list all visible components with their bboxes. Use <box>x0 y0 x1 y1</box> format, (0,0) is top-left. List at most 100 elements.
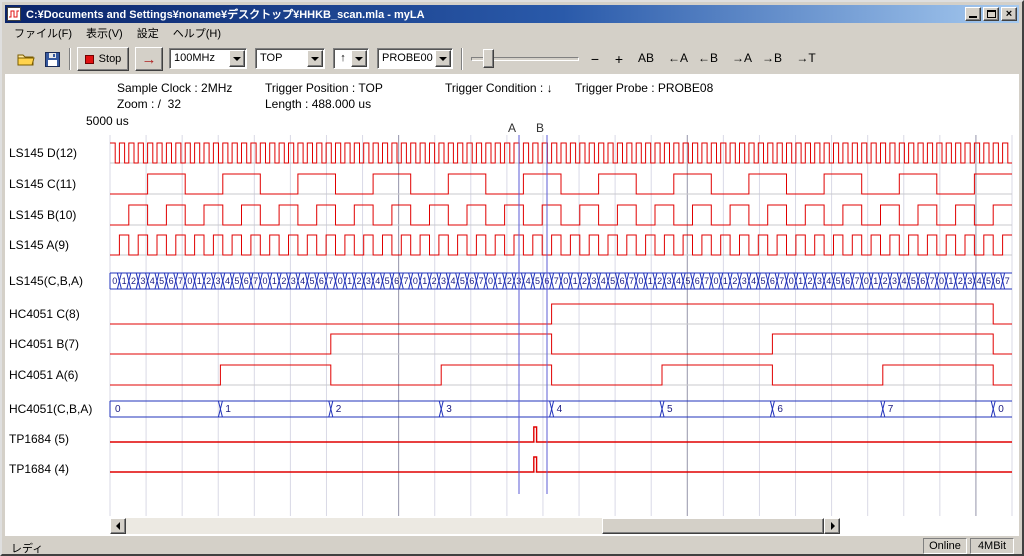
status-memory-badge: 4MBit <box>970 538 1014 554</box>
svg-text:1: 1 <box>347 276 352 286</box>
svg-text:0: 0 <box>187 276 192 286</box>
svg-text:5: 5 <box>761 276 766 286</box>
svg-text:1: 1 <box>648 276 653 286</box>
svg-text:3: 3 <box>216 276 221 286</box>
status-ready-text: レディ <box>11 540 43 556</box>
svg-text:4: 4 <box>300 276 305 286</box>
svg-text:5: 5 <box>685 276 690 286</box>
svg-text:0: 0 <box>488 276 493 286</box>
svg-text:4: 4 <box>826 276 831 286</box>
svg-text:7: 7 <box>629 276 634 286</box>
svg-text:2: 2 <box>958 276 963 286</box>
svg-text:0: 0 <box>563 276 568 286</box>
svg-text:3: 3 <box>742 276 747 286</box>
svg-text:6: 6 <box>845 276 850 286</box>
svg-text:6: 6 <box>319 276 324 286</box>
svg-text:3: 3 <box>667 276 672 286</box>
svg-text:0: 0 <box>998 404 1004 415</box>
svg-text:B: B <box>536 121 544 135</box>
svg-text:2: 2 <box>336 404 342 415</box>
svg-text:2: 2 <box>657 276 662 286</box>
statusbar: レディ Online 4MBit <box>5 535 1019 555</box>
svg-text:2: 2 <box>582 276 587 286</box>
svg-text:2: 2 <box>206 276 211 286</box>
svg-text:1: 1 <box>422 276 427 286</box>
svg-text:0: 0 <box>263 276 268 286</box>
scroll-right-button[interactable] <box>824 518 840 534</box>
horizontal-scrollbar[interactable] <box>110 518 840 534</box>
svg-text:A: A <box>508 121 516 135</box>
svg-text:2: 2 <box>281 276 286 286</box>
svg-text:6: 6 <box>244 276 249 286</box>
scroll-left-button[interactable] <box>110 518 126 534</box>
svg-text:0: 0 <box>338 276 343 286</box>
svg-text:5: 5 <box>535 276 540 286</box>
svg-text:2: 2 <box>131 276 136 286</box>
svg-text:3: 3 <box>441 276 446 286</box>
svg-text:5: 5 <box>310 276 315 286</box>
svg-text:0: 0 <box>714 276 719 286</box>
svg-text:2: 2 <box>507 276 512 286</box>
app-window: C:¥Documents and Settings¥noname¥デスクトップ¥… <box>0 0 1024 556</box>
svg-text:0: 0 <box>864 276 869 286</box>
svg-text:3: 3 <box>366 276 371 286</box>
svg-text:2: 2 <box>732 276 737 286</box>
svg-text:4: 4 <box>225 276 230 286</box>
svg-text:4: 4 <box>450 276 455 286</box>
svg-text:5: 5 <box>385 276 390 286</box>
svg-text:3: 3 <box>140 276 145 286</box>
svg-text:1: 1 <box>798 276 803 286</box>
svg-text:7: 7 <box>178 276 183 286</box>
svg-text:7: 7 <box>253 276 258 286</box>
svg-text:2: 2 <box>807 276 812 286</box>
svg-text:7: 7 <box>328 276 333 286</box>
svg-text:0: 0 <box>413 276 418 286</box>
svg-text:5: 5 <box>986 276 991 286</box>
svg-text:7: 7 <box>479 276 484 286</box>
svg-text:7: 7 <box>554 276 559 286</box>
svg-text:4: 4 <box>977 276 982 286</box>
svg-text:2: 2 <box>432 276 437 286</box>
arrow-left-icon <box>116 522 120 530</box>
svg-text:4: 4 <box>901 276 906 286</box>
svg-text:5: 5 <box>667 404 673 415</box>
svg-text:5: 5 <box>234 276 239 286</box>
svg-text:1: 1 <box>873 276 878 286</box>
svg-text:5: 5 <box>836 276 841 286</box>
svg-text:5: 5 <box>460 276 465 286</box>
svg-text:6: 6 <box>469 276 474 286</box>
svg-text:7: 7 <box>704 276 709 286</box>
svg-text:0: 0 <box>638 276 643 286</box>
svg-text:2: 2 <box>356 276 361 286</box>
svg-text:7: 7 <box>930 276 935 286</box>
svg-text:6: 6 <box>770 276 775 286</box>
svg-text:4: 4 <box>150 276 155 286</box>
svg-text:1: 1 <box>948 276 953 286</box>
svg-text:7: 7 <box>888 404 894 415</box>
svg-text:6: 6 <box>995 276 1000 286</box>
svg-text:3: 3 <box>291 276 296 286</box>
svg-text:1: 1 <box>197 276 202 286</box>
svg-text:6: 6 <box>920 276 925 286</box>
svg-text:1: 1 <box>723 276 728 286</box>
svg-text:1: 1 <box>225 404 231 415</box>
svg-text:7: 7 <box>779 276 784 286</box>
svg-text:3: 3 <box>892 276 897 286</box>
svg-text:3: 3 <box>446 404 452 415</box>
svg-text:1: 1 <box>573 276 578 286</box>
svg-text:6: 6 <box>777 404 783 415</box>
svg-text:4: 4 <box>601 276 606 286</box>
svg-text:4: 4 <box>676 276 681 286</box>
svg-text:7: 7 <box>403 276 408 286</box>
svg-text:4: 4 <box>557 404 563 415</box>
svg-text:7: 7 <box>1005 276 1010 286</box>
arrow-right-icon <box>831 522 835 530</box>
svg-text:0: 0 <box>939 276 944 286</box>
svg-text:1: 1 <box>272 276 277 286</box>
scrollbar-thumb[interactable] <box>602 518 824 534</box>
svg-text:3: 3 <box>967 276 972 286</box>
waveform-plot[interactable]: 0123456701234567012345670123456701234567… <box>2 2 1024 556</box>
svg-text:5: 5 <box>610 276 615 286</box>
svg-text:0: 0 <box>789 276 794 286</box>
svg-text:7: 7 <box>854 276 859 286</box>
